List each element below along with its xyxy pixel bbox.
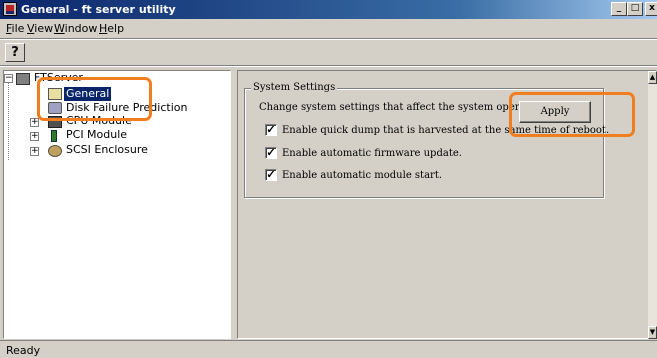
status-bar: Ready bbox=[0, 340, 657, 358]
expand-cpu-icon[interactable]: + bbox=[30, 118, 39, 127]
status-text: Ready bbox=[6, 344, 41, 357]
highlight-general-callout bbox=[37, 77, 152, 121]
menu-file[interactable]: File bbox=[6, 22, 24, 35]
window-title: General - ft server utility bbox=[21, 3, 176, 16]
option-label: Enable automatic firmware update. bbox=[282, 148, 462, 159]
minimize-button[interactable]: _ bbox=[611, 2, 627, 16]
scroll-up-icon[interactable]: ▲ bbox=[648, 71, 657, 84]
scroll-down-icon[interactable]: ▼ bbox=[648, 326, 657, 339]
menu-bar: File View Window Help bbox=[0, 19, 657, 38]
help-toolbar-button[interactable]: ? bbox=[5, 43, 25, 62]
collapse-root-icon[interactable]: − bbox=[4, 74, 13, 83]
tree-item-pci-module[interactable]: PCI Module bbox=[66, 128, 127, 142]
group-title: System Settings bbox=[251, 81, 338, 95]
pci-icon bbox=[51, 130, 57, 142]
tree-item-scsi-enclosure[interactable]: SCSI Enclosure bbox=[66, 143, 148, 157]
app-icon[interactable] bbox=[3, 2, 17, 16]
vertical-scrollbar[interactable]: ▲ ▼ bbox=[648, 71, 657, 339]
tree-connector-line bbox=[8, 77, 9, 160]
settings-description: Change system settings that affect the s… bbox=[259, 102, 549, 113]
module-start-checkbox[interactable]: ✓ bbox=[265, 169, 277, 181]
quick-dump-checkbox[interactable]: ✓ bbox=[265, 124, 277, 136]
toolbar-separator bbox=[0, 38, 657, 40]
menu-view[interactable]: View bbox=[27, 22, 53, 35]
firmware-update-checkbox[interactable]: ✓ bbox=[265, 147, 277, 159]
expand-pci-icon[interactable]: + bbox=[30, 132, 39, 141]
scsi-icon bbox=[48, 145, 62, 157]
menu-window[interactable]: Window bbox=[54, 22, 97, 35]
expand-scsi-icon[interactable]: + bbox=[30, 147, 39, 156]
close-button[interactable]: x bbox=[645, 2, 657, 16]
option-label: Enable automatic module start. bbox=[282, 170, 443, 181]
menu-help[interactable]: Help bbox=[99, 22, 124, 35]
highlight-apply-callout bbox=[509, 92, 635, 137]
toolbar-bottom-line bbox=[0, 65, 657, 67]
app-window: General - ft server utility _ □ x File V… bbox=[0, 0, 657, 358]
maximize-button[interactable]: □ bbox=[627, 2, 643, 16]
server-icon bbox=[16, 73, 30, 85]
title-bar[interactable]: General - ft server utility _ □ x bbox=[0, 0, 657, 19]
